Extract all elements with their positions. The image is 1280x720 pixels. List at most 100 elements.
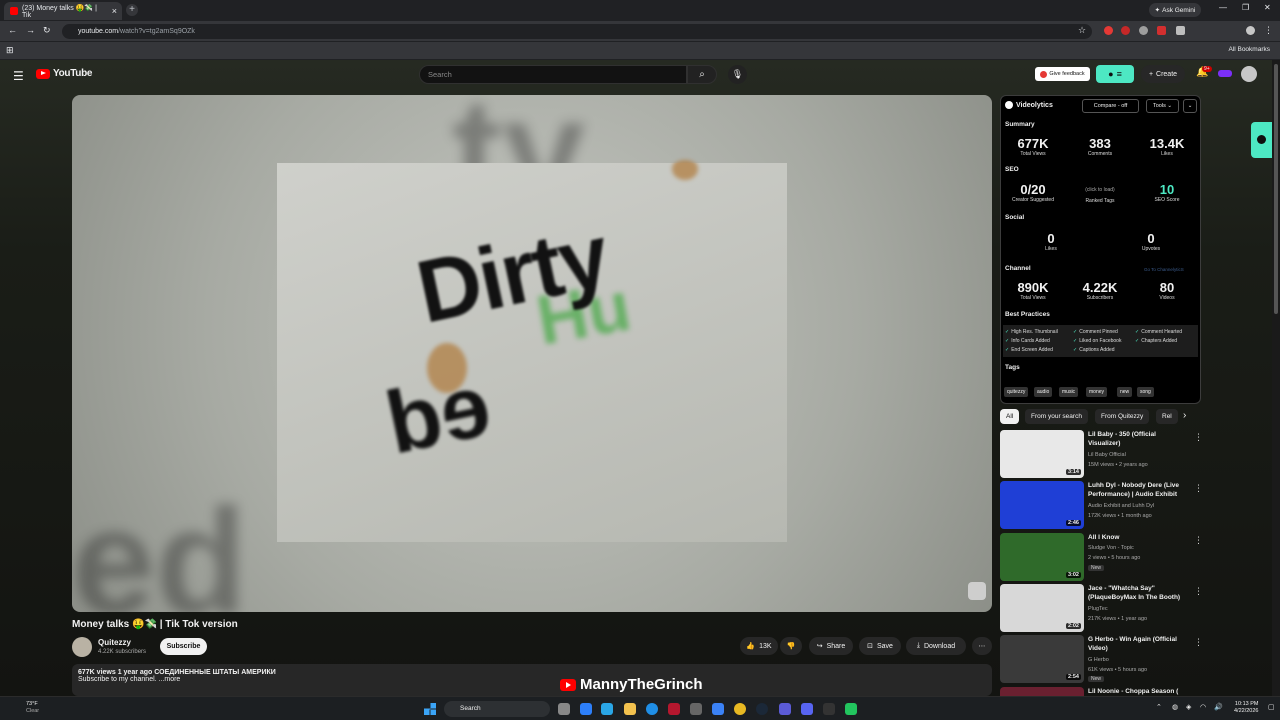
more-vert-icon[interactable]: ⋮ xyxy=(1194,432,1203,443)
like-button[interactable]: 👍 13K xyxy=(740,637,778,655)
profile-avatar-icon[interactable] xyxy=(1246,26,1255,35)
reload-icon[interactable]: ↻ xyxy=(43,25,51,36)
video-thumbnail[interactable]: 2:02 xyxy=(1000,584,1084,632)
save-button[interactable]: ⊡ Save xyxy=(859,637,901,655)
new-tab-button[interactable]: + xyxy=(126,4,138,16)
video-thumbnail[interactable]: 2:46 xyxy=(1000,481,1084,529)
tag-chip[interactable]: music xyxy=(1059,387,1079,397)
taskbar-app-icon[interactable] xyxy=(779,703,791,715)
extension-icon[interactable] xyxy=(1104,26,1113,35)
notification-center-icon[interactable]: ▢ xyxy=(1268,703,1275,711)
search-button[interactable]: ⌕ xyxy=(687,65,717,84)
compare-button[interactable]: Compare - off xyxy=(1082,99,1139,113)
page-scrollbar[interactable] xyxy=(1272,60,1280,696)
more-actions-button[interactable]: ⋯ xyxy=(972,637,992,655)
scrollbar-thumb[interactable] xyxy=(1274,64,1278,314)
ask-gemini-button[interactable]: ✦ Ask Gemini xyxy=(1149,3,1201,17)
recommendation-channel[interactable]: Lil Baby Official xyxy=(1088,452,1126,458)
download-button[interactable]: ⤓ Download xyxy=(906,637,966,655)
recommendation-channel[interactable]: G Herbo xyxy=(1088,657,1109,663)
chip-from-your-search[interactable]: From your search xyxy=(1025,409,1088,424)
minimize-icon[interactable]: — xyxy=(1219,3,1227,12)
recommendation-item[interactable]: 2:54 G Herbo - Win Again (Official Video… xyxy=(1000,635,1203,683)
taskbar-app-icon[interactable] xyxy=(712,703,724,715)
all-bookmarks-link[interactable]: All Bookmarks xyxy=(1228,46,1270,53)
tag-chip[interactable]: quitezzy xyxy=(1004,387,1029,397)
taskbar-app-icon[interactable] xyxy=(690,703,702,715)
collapse-button[interactable]: ⌄ xyxy=(1183,99,1197,113)
edge-icon[interactable] xyxy=(646,703,658,715)
apps-grid-icon[interactable]: ⊞ xyxy=(6,45,14,56)
url-input[interactable]: youtube.com/watch?v=tg2amSq9OZk xyxy=(62,24,1092,39)
video-thumbnail[interactable]: 3:14 xyxy=(1000,430,1084,478)
recommendation-title[interactable]: Lil Baby - 350 (Official Visualizer) xyxy=(1088,430,1184,448)
videolytics-toggle-button[interactable]: ● ≡ xyxy=(1096,65,1134,83)
chip-all[interactable]: All xyxy=(1000,409,1020,424)
tools-dropdown[interactable]: Tools ⌄ xyxy=(1146,99,1179,113)
recommendation-channel[interactable]: PlugTec xyxy=(1088,606,1108,612)
video-player[interactable]: ty ed Hu Dirty ed xyxy=(72,95,992,612)
maximize-icon[interactable]: ❐ xyxy=(1242,3,1249,12)
tag-chip[interactable]: song xyxy=(1137,387,1154,397)
video-thumbnail[interactable]: 2:54 xyxy=(1000,635,1084,683)
give-feedback-button[interactable]: Give feedback xyxy=(1035,67,1090,81)
tray-chevron-icon[interactable]: ⌃ xyxy=(1156,703,1162,711)
browser-tab[interactable]: (23) Money talks 🤑💸 | Tik × xyxy=(4,2,122,20)
recommendation-title[interactable]: All I Know xyxy=(1088,533,1184,542)
recommendation-item[interactable]: 3:02 All I Know Sludge Von - Topic 2 vie… xyxy=(1000,533,1203,581)
wifi-icon[interactable]: ◠ xyxy=(1200,703,1206,711)
seo-stat[interactable]: (click to load) Ranked Tags xyxy=(1070,182,1130,204)
youtube-logo[interactable]: YouTube xyxy=(36,68,93,79)
recommendation-title[interactable]: Lil Noonie - Choppa Season ( xyxy=(1088,687,1184,696)
weather-widget[interactable]: 73°F Clear xyxy=(26,701,39,715)
more-vert-icon[interactable]: ⋮ xyxy=(1194,586,1203,597)
search-input[interactable]: Search xyxy=(419,65,687,84)
voice-search-button[interactable]: 🎙 xyxy=(728,65,747,84)
account-avatar[interactable] xyxy=(1241,66,1257,82)
hamburger-menu-icon[interactable]: ☰ xyxy=(13,69,24,83)
recommendation-item[interactable]: 2:02 Jace - "Whatcha Say" (PlaqueBoyMax … xyxy=(1000,584,1203,632)
subscribe-button[interactable]: Subscribe xyxy=(160,638,207,655)
file-explorer-icon[interactable] xyxy=(624,703,636,715)
taskbar-app-icon[interactable] xyxy=(668,703,680,715)
create-button[interactable]: + Create xyxy=(1141,65,1185,83)
back-arrow-icon[interactable]: ← xyxy=(8,25,17,35)
channel-name[interactable]: Quitezzy xyxy=(98,638,131,647)
more-vert-icon[interactable]: ⋮ xyxy=(1194,483,1203,494)
recommendation-item[interactable]: 3:14 Lil Baby - 350 (Official Visualizer… xyxy=(1000,430,1203,478)
chip-related[interactable]: Rel xyxy=(1156,409,1178,424)
extension-icon[interactable] xyxy=(1121,26,1130,35)
recommendation-item[interactable]: 2:46 Luhh Dyl - Nobody Dere (Live Perfor… xyxy=(1000,481,1203,529)
system-clock[interactable]: 10:13 PM 4/22/2026 xyxy=(1234,701,1258,715)
recommendation-item[interactable]: Lil Noonie - Choppa Season ( xyxy=(1000,687,1190,696)
video-thumbnail[interactable] xyxy=(1000,687,1084,696)
recommendation-channel[interactable]: Audio Exhibit and Luhh Dyl xyxy=(1088,503,1154,509)
tag-chip[interactable]: audio xyxy=(1034,387,1053,397)
channel-watermark-icon[interactable] xyxy=(968,582,986,600)
chevron-right-icon[interactable]: › xyxy=(1183,410,1186,421)
task-view-icon[interactable] xyxy=(558,703,570,715)
steam-icon[interactable] xyxy=(756,703,768,715)
extension-badge[interactable] xyxy=(1218,70,1232,77)
forward-arrow-icon[interactable]: → xyxy=(26,25,35,35)
recommendation-title[interactable]: G Herbo - Win Again (Official Video) xyxy=(1088,635,1184,653)
tray-app-icon[interactable]: ◈ xyxy=(1186,703,1191,711)
volume-icon[interactable]: 🔊 xyxy=(1214,703,1223,711)
channel-avatar[interactable] xyxy=(72,637,92,657)
taskbar-app-icon[interactable] xyxy=(601,703,613,715)
extension-icon[interactable] xyxy=(1139,26,1148,35)
chrome-icon[interactable] xyxy=(734,703,746,715)
extension-icon[interactable] xyxy=(1157,26,1166,35)
channelytics-link[interactable]: Go To ChannelyticS xyxy=(1144,267,1184,272)
close-tab-icon[interactable]: × xyxy=(112,6,117,16)
taskbar-search-input[interactable]: Search xyxy=(444,701,550,717)
discord-icon[interactable] xyxy=(801,703,813,715)
browser-menu-icon[interactable]: ⋮ xyxy=(1264,25,1273,36)
share-button[interactable]: ↪ Share xyxy=(809,637,853,655)
close-window-icon[interactable]: ✕ xyxy=(1264,3,1271,12)
extensions-puzzle-icon[interactable] xyxy=(1176,26,1185,35)
videolytics-side-tab[interactable] xyxy=(1251,122,1273,158)
terminal-icon[interactable] xyxy=(823,703,835,715)
taskbar-app-icon[interactable] xyxy=(580,703,592,715)
more-vert-icon[interactable]: ⋮ xyxy=(1194,637,1203,648)
